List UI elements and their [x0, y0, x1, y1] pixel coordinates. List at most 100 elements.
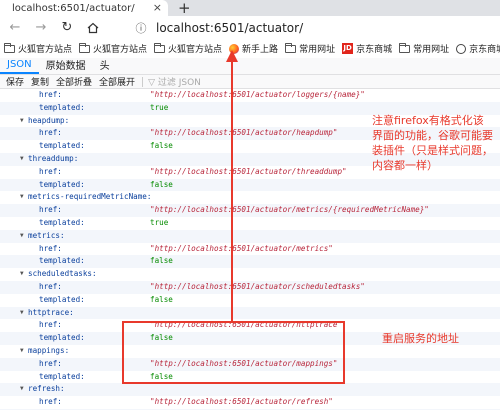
- bookmark-label: 京东商城: [469, 45, 500, 55]
- url-bar[interactable]: ⓘ localhost:6501/actuator/: [132, 18, 500, 38]
- json-key: templated:: [39, 141, 85, 151]
- json-value: "http://localhost:6501/actuator/metrics": [150, 243, 333, 253]
- folder-icon: [4, 42, 15, 53]
- bookmark-label: 火狐官方站点: [168, 45, 223, 55]
- bookmarks-toolbar: 火狐官方站点火狐官方站点火狐官方站点新手上路常用网址JD京东商城常用网址京东商城…: [0, 40, 500, 57]
- json-key: refresh:: [28, 384, 65, 394]
- bookmark-item[interactable]: 火狐官方站点: [154, 42, 222, 55]
- bookmark-item[interactable]: JD 京东商城: [342, 42, 392, 55]
- forward-icon[interactable]: →: [32, 19, 50, 37]
- json-key: href:: [39, 320, 62, 330]
- filter-placeholder: 过滤 JSON: [157, 78, 201, 88]
- folder-icon: [154, 42, 166, 53]
- json-row: href: "http://localhost:6501/actuator/met…: [0, 243, 500, 256]
- annotation-restart-address: 重启服务的地址: [382, 332, 459, 345]
- tab-json[interactable]: JSON: [0, 59, 39, 74]
- json-key: href:: [39, 90, 62, 99]
- json-row[interactable]: ▼ refresh:: [0, 383, 500, 397]
- expand-toggle-icon[interactable]: ▼: [20, 383, 24, 396]
- save-button[interactable]: 保存: [6, 75, 24, 88]
- navigation-bar: ← → ↻ ⓘ localhost:6501/actuator/: [0, 16, 500, 40]
- bookmark-item[interactable]: 常用网址: [399, 42, 449, 55]
- bookmark-item[interactable]: 火狐官方站点: [79, 42, 147, 55]
- json-value: true: [150, 102, 169, 112]
- json-value: "http://localhost:6501/actuator/loggers/…: [150, 90, 365, 99]
- json-row: href: "http://localhost:6501/actuator/ref…: [0, 396, 500, 409]
- home-icon[interactable]: [84, 19, 102, 37]
- tab-bar: localhost:6501/actuator/ × +: [0, 0, 500, 17]
- bookmark-item[interactable]: 新手上路: [229, 42, 278, 55]
- json-value: "http://localhost:6501/actuator/schedule…: [150, 281, 365, 291]
- expand-toggle-icon[interactable]: ▼: [20, 230, 24, 243]
- globe-icon: [456, 43, 467, 54]
- json-key: metrics:: [28, 230, 65, 240]
- json-value: false: [150, 256, 173, 266]
- json-value: "http://localhost:6501/actuator/refresh": [150, 397, 333, 407]
- json-row: href: "http://localhost:6501/actuator/log…: [0, 89, 500, 102]
- bookmark-label: 常用网址: [413, 45, 450, 55]
- json-row: href: "http://localhost:6501/actuator/met…: [0, 204, 500, 217]
- tab-title: localhost:6501/actuator/: [12, 2, 135, 14]
- copy-button[interactable]: 复制: [31, 75, 49, 88]
- json-key: templated:: [39, 333, 85, 343]
- expand-all-button[interactable]: 全部展开: [99, 75, 135, 88]
- collapse-all-button[interactable]: 全部折叠: [56, 75, 92, 88]
- bookmark-item[interactable]: 京东商城: [456, 42, 500, 55]
- json-value: "http://localhost:6501/actuator/metrics/…: [150, 205, 429, 215]
- json-value: "http://localhost:6501/actuator/heapdump…: [150, 128, 338, 138]
- bookmark-label: 火狐官方站点: [18, 45, 73, 55]
- folder-icon: [285, 42, 297, 53]
- json-viewer-toolbar: 保存 复制 全部折叠 全部展开 ▽ 过滤 JSON: [0, 75, 500, 89]
- browser-tab[interactable]: localhost:6501/actuator/ ×: [0, 0, 168, 16]
- json-row[interactable]: ▼ metrics-requiredMetricName:: [0, 191, 500, 204]
- json-key: href:: [39, 358, 62, 368]
- json-key: heapdump:: [28, 115, 70, 125]
- json-key: templated:: [39, 217, 85, 227]
- json-value: false: [150, 141, 173, 151]
- filter-json-input[interactable]: ▽ 过滤 JSON: [148, 75, 201, 88]
- json-key: href:: [39, 243, 62, 253]
- json-row[interactable]: ▼ scheduledtasks:: [0, 268, 500, 281]
- bookmark-item[interactable]: 火狐官方站点: [4, 42, 72, 55]
- expand-toggle-icon[interactable]: ▼: [20, 345, 24, 358]
- bookmark-label: 火狐官方站点: [93, 45, 148, 55]
- page-info-icon[interactable]: ⓘ: [132, 20, 150, 36]
- back-icon[interactable]: ←: [6, 19, 24, 37]
- highlight-box: [122, 321, 345, 384]
- bookmark-item[interactable]: 常用网址: [285, 42, 335, 55]
- url-text[interactable]: localhost:6501/actuator/: [156, 21, 303, 35]
- json-key: metrics-requiredMetricName:: [28, 192, 152, 202]
- expand-toggle-icon[interactable]: ▼: [20, 153, 24, 166]
- json-key: templated:: [39, 102, 85, 112]
- json-row: href: "http://localhost:6501/actuator/sch…: [0, 280, 500, 294]
- firefox-icon: [229, 43, 240, 54]
- json-row[interactable]: ▼ httptrace:: [0, 306, 500, 320]
- tab-headers[interactable]: 头: [93, 57, 117, 74]
- json-row[interactable]: ▼ metrics:: [0, 229, 500, 243]
- json-key: href:: [39, 281, 62, 291]
- json-key: href:: [39, 205, 62, 215]
- json-row: templated: true: [0, 217, 500, 230]
- expand-toggle-icon[interactable]: ▼: [20, 307, 24, 320]
- json-key: href:: [39, 397, 62, 407]
- close-icon[interactable]: ×: [153, 1, 162, 14]
- json-key: threaddump:: [28, 153, 79, 163]
- bookmark-label: 常用网址: [299, 45, 336, 55]
- new-tab-button[interactable]: +: [178, 0, 191, 17]
- json-viewer-tabs: JSON 原始数据头: [0, 58, 500, 75]
- tab-raw-data[interactable]: 原始数据: [39, 57, 93, 74]
- expand-toggle-icon[interactable]: ▼: [20, 115, 24, 128]
- json-key: href:: [39, 128, 62, 138]
- json-row: templated: false: [0, 255, 500, 269]
- json-key: templated:: [39, 179, 85, 189]
- expand-toggle-icon[interactable]: ▼: [20, 191, 24, 204]
- folder-icon: [399, 42, 411, 53]
- json-key: templated:: [39, 371, 85, 381]
- expand-toggle-icon[interactable]: ▼: [20, 268, 24, 281]
- reload-icon[interactable]: ↻: [58, 19, 76, 37]
- json-key: scheduledtasks:: [28, 269, 97, 279]
- toolbar-divider: [142, 76, 144, 87]
- json-key: templated:: [39, 294, 85, 304]
- json-key: httptrace:: [28, 307, 74, 317]
- json-value: true: [150, 217, 169, 227]
